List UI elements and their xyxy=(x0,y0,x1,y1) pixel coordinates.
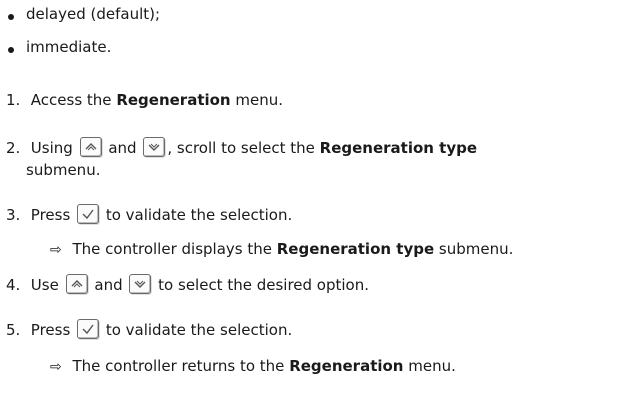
checkmark-key-icon xyxy=(77,319,100,339)
step-4: 4. Use and to select the desired option. xyxy=(6,274,370,294)
step-2-continuation: submenu. xyxy=(26,161,101,179)
down-chevron-key-icon xyxy=(143,137,166,157)
result-arrow-icon: ⇨ xyxy=(50,359,62,375)
result-arrow-icon: ⇨ xyxy=(50,242,62,258)
step-3-result: ⇨ The controller displays the Regenerati… xyxy=(50,240,514,258)
checkmark-key-icon xyxy=(77,204,100,224)
up-chevron-key-icon xyxy=(79,137,102,157)
step-5: 5. Press to validate the selection. xyxy=(6,319,293,339)
step-3: 3. Press to validate the selection. xyxy=(6,204,293,224)
bullet-dot xyxy=(8,14,14,20)
up-chevron-key-icon xyxy=(65,274,88,294)
step-2: 2. Using and , scroll to select the Rege… xyxy=(6,137,478,157)
option-delayed: delayed (default); xyxy=(26,5,161,23)
option-immediate: immediate. xyxy=(26,38,112,56)
step-1: 1. Access the Regeneration menu. xyxy=(6,91,284,109)
step-5-result: ⇨ The controller returns to the Regenera… xyxy=(50,357,456,375)
bullet-dot xyxy=(8,47,14,53)
down-chevron-key-icon xyxy=(129,274,152,294)
